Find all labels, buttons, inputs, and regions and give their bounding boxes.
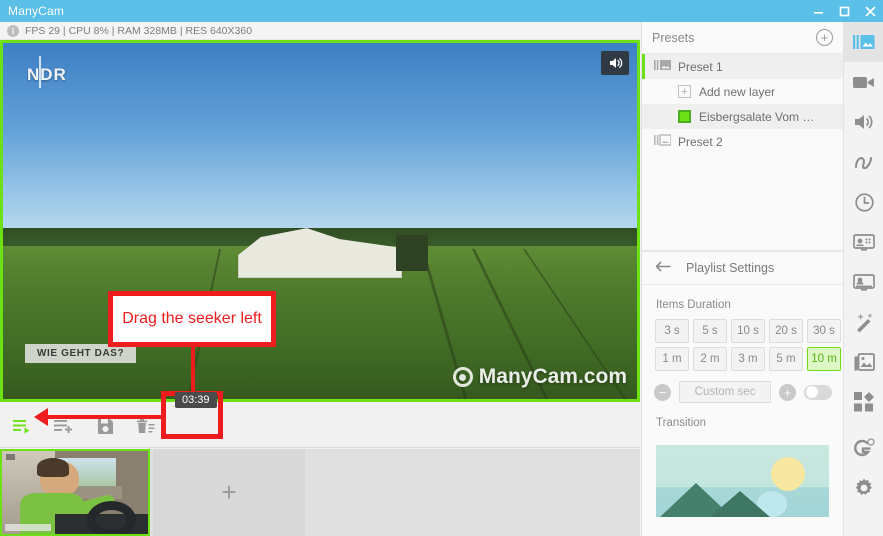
duration-option[interactable]: 1 m — [655, 347, 689, 371]
camera-lens-icon — [452, 367, 473, 387]
playlist-add-icon[interactable] — [53, 416, 75, 436]
layer-item-eisbergsalate[interactable]: Eisbergsalate Vom Saatg… — [642, 104, 843, 129]
transition-preview[interactable] — [656, 445, 829, 517]
annotation-stem — [191, 347, 195, 391]
duration-option[interactable]: 3 m — [731, 347, 765, 371]
increment-button[interactable]: + — [779, 383, 796, 401]
mountain-shape — [710, 491, 770, 517]
source-thumbnail-strip: + — [0, 449, 640, 536]
sun-shape — [771, 457, 805, 491]
presets-title: Presets — [652, 30, 695, 45]
rail-images-icon[interactable] — [844, 342, 883, 382]
duration-option[interactable]: 10 s — [731, 319, 765, 343]
add-layer-label: Add new layer — [699, 84, 776, 99]
player-bar: gsalate 0:03:12 / 0:28:30 — [0, 402, 640, 448]
duration-option-selected[interactable]: 10 m — [807, 347, 841, 371]
sidebar-item-preset-1[interactable]: Preset 1 — [642, 54, 843, 79]
thumbnail-caption-bar — [5, 524, 51, 531]
sidebar-item-preset-2[interactable]: Preset 2 — [642, 129, 843, 154]
person-hair — [37, 458, 70, 477]
manycam-window: ManyCam i FPS 29 | CPU 8% | RAM 328MB | … — [0, 0, 883, 536]
minimize-button[interactable] — [805, 0, 831, 22]
tool-rail — [843, 22, 883, 536]
rail-clock-icon[interactable] — [844, 182, 883, 222]
brand-watermark-text: ManyCam.com — [478, 365, 627, 388]
custom-duration-toggle[interactable] — [804, 384, 832, 400]
annotation-arrow-line — [44, 415, 162, 419]
playlist-delete-icon[interactable] — [135, 416, 157, 436]
status-bar: i FPS 29 | CPU 8% | RAM 328MB | RES 640X… — [0, 22, 640, 40]
maximize-button[interactable] — [831, 0, 857, 22]
preset-label: Preset 2 — [678, 134, 723, 149]
annotation-arrow-head — [34, 408, 48, 426]
custom-sec-input[interactable]: Custom sec — [679, 381, 771, 403]
title-bar: ManyCam — [0, 0, 883, 22]
steering-wheel — [86, 500, 137, 534]
truck — [396, 235, 428, 271]
rail-account-icon[interactable] — [844, 428, 883, 468]
rail-widgets-icon[interactable] — [844, 382, 883, 422]
broadcaster-watermark: NDR — [27, 56, 67, 88]
transition-label: Transition — [656, 417, 707, 429]
playlist-play-icon[interactable] — [12, 416, 34, 436]
right-panel: Presets + Preset 1 + Add new layer Eisbe… — [641, 22, 843, 536]
info-icon: i — [7, 24, 19, 37]
rail-settings-icon[interactable] — [844, 468, 883, 508]
rail-presets-icon[interactable] — [844, 22, 883, 62]
duration-options: 3 s 5 s 10 s 20 s 30 s 1 m 2 m 3 m 5 m 1… — [642, 319, 843, 371]
layer-label: Eisbergsalate Vom Saatg… — [699, 109, 817, 124]
sky-region — [3, 43, 637, 239]
rail-desktop-icon[interactable] — [844, 222, 883, 262]
items-duration-label: Items Duration — [656, 299, 731, 311]
duration-option[interactable]: 5 s — [693, 319, 727, 343]
status-text: FPS 29 | CPU 8% | RAM 328MB | RES 640X36… — [25, 24, 253, 37]
rail-video-icon[interactable] — [844, 62, 883, 102]
custom-duration-row: − Custom sec + — [642, 371, 843, 403]
duration-option[interactable]: 20 s — [769, 319, 803, 343]
layer-active-icon — [678, 110, 691, 123]
add-new-layer-item[interactable]: + Add new layer — [642, 79, 843, 104]
playlist-save-icon[interactable] — [94, 416, 116, 436]
preset-layers-icon — [654, 59, 671, 74]
preset-label: Preset 1 — [678, 59, 723, 74]
brand-watermark: ManyCam.com — [452, 365, 627, 389]
rail-draw-icon[interactable] — [844, 142, 883, 182]
annotation-callout: Drag the seeker left — [108, 291, 276, 347]
seek-tooltip: 03:39 — [175, 392, 217, 408]
thumbnail-corner-badge — [6, 454, 15, 460]
presets-header: Presets + — [642, 22, 843, 54]
preset-layers-icon — [654, 134, 672, 149]
back-arrow-icon[interactable] — [655, 259, 672, 277]
app-title: ManyCam — [8, 4, 65, 18]
duration-option[interactable]: 30 s — [807, 319, 841, 343]
decrement-button[interactable]: − — [654, 383, 671, 401]
playlist-settings-header: Playlist Settings — [642, 251, 843, 285]
annotation-text: Drag the seeker left — [122, 309, 262, 327]
duration-option[interactable]: 5 m — [769, 347, 803, 371]
rail-effects-icon[interactable] — [844, 302, 883, 342]
close-button[interactable] — [857, 0, 883, 22]
duration-option[interactable]: 3 s — [655, 319, 689, 343]
video-source-thumbnail[interactable] — [0, 449, 150, 536]
add-source-tile[interactable]: + — [153, 449, 305, 536]
playlist-settings-title: Playlist Settings — [686, 261, 775, 275]
duration-option[interactable]: 2 m — [693, 347, 727, 371]
video-preview[interactable]: NDR WIE GEHT DAS? ManyCam.com — [0, 40, 640, 402]
add-layer-icon: + — [678, 85, 691, 98]
window-controls — [805, 0, 883, 22]
speaker-on-icon[interactable] — [601, 51, 629, 75]
add-preset-button[interactable]: + — [816, 29, 833, 46]
rail-lowerthird-icon[interactable] — [844, 262, 883, 302]
rail-audio-icon[interactable] — [844, 102, 883, 142]
